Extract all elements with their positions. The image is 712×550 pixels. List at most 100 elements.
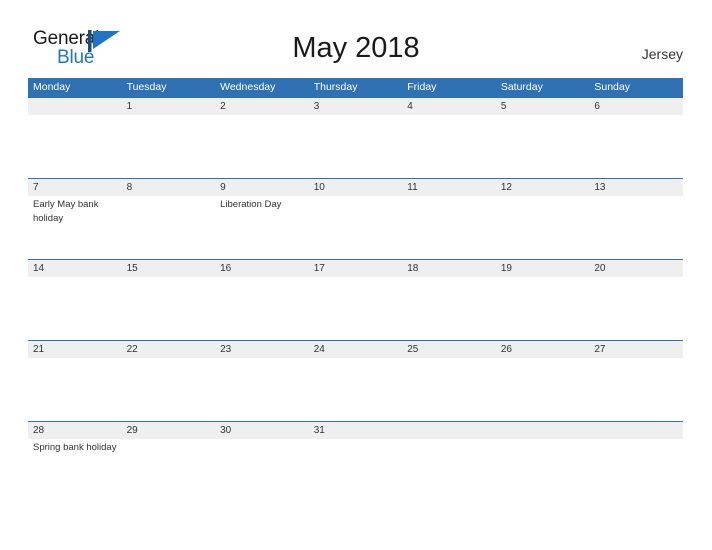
day-number: 16 — [220, 263, 232, 274]
day-cell-empty — [28, 98, 122, 178]
weekday-header-wednesday: Wednesday — [220, 81, 276, 93]
weekday-header-row: Monday Tuesday Wednesday Thursday Friday Satu… — [28, 78, 683, 97]
day-number: 6 — [594, 101, 600, 112]
day-cell-19[interactable]: 19 — [496, 260, 590, 340]
day-number: 4 — [407, 101, 413, 112]
day-number: 7 — [33, 182, 39, 193]
weekday-header-monday: Monday — [33, 81, 71, 93]
day-number — [594, 422, 679, 439]
day-cell-empty — [402, 422, 496, 502]
day-cell-empty — [496, 422, 590, 502]
day-cell-29[interactable]: 29 — [122, 422, 216, 502]
day-cell-8[interactable]: 8 — [122, 179, 216, 259]
day-number — [33, 98, 118, 115]
day-cell-11[interactable]: 11 — [402, 179, 496, 259]
day-number: 17 — [313, 263, 325, 274]
day-number — [501, 422, 586, 439]
day-events: Liberation Day — [220, 198, 305, 212]
day-cell-27[interactable]: 27 — [589, 341, 683, 421]
day-cell-4[interactable]: 4 — [402, 98, 496, 178]
day-number: 18 — [407, 263, 419, 274]
page-title: May 2018 — [292, 32, 420, 64]
day-cell-empty — [589, 422, 683, 502]
holiday-event-label: Early May bank holiday — [33, 199, 99, 224]
calendar-page: General Blue May 2018 Jersey Monday Tuesd… — [0, 0, 712, 550]
calendar-week-row: 14 15 16 17 18 19 20 — [28, 259, 683, 340]
week-day-cells: 28 Spring bank holiday 29 30 31 — [28, 422, 683, 502]
day-number: 19 — [500, 263, 512, 274]
day-number: 26 — [500, 344, 512, 355]
day-number: 10 — [313, 182, 325, 193]
day-cell-16[interactable]: 16 — [215, 260, 309, 340]
day-number: 25 — [407, 344, 419, 355]
day-number: 13 — [594, 182, 606, 193]
day-number: 12 — [500, 182, 512, 193]
day-cell-22[interactable]: 22 — [122, 341, 216, 421]
day-number: 31 — [313, 425, 325, 436]
day-cell-13[interactable]: 13 — [589, 179, 683, 259]
calendar-week-row: 21 22 23 24 25 26 27 — [28, 340, 683, 421]
day-cell-31[interactable]: 31 — [309, 422, 403, 502]
weekday-header-saturday: Saturday — [500, 81, 543, 93]
day-cell-14[interactable]: 14 — [28, 260, 122, 340]
day-number: 20 — [594, 263, 606, 274]
day-number: 8 — [126, 182, 133, 193]
day-number: 2 — [220, 101, 226, 112]
day-number: 23 — [220, 344, 232, 355]
day-cell-26[interactable]: 26 — [496, 341, 590, 421]
day-cell-21[interactable]: 21 — [28, 341, 122, 421]
day-number: 28 — [33, 425, 45, 436]
day-number: 5 — [500, 101, 507, 112]
calendar-weeks: 1 2 3 4 5 6 7 Early May bank holiday 8 9 Liberatio… — [28, 97, 683, 502]
day-events: Spring bank holiday — [33, 441, 118, 455]
day-number: 14 — [33, 263, 45, 274]
day-cell-23[interactable]: 23 — [215, 341, 309, 421]
week-day-cells: 7 Early May bank holiday 8 9 Liberation Day 1… — [28, 179, 683, 259]
weekday-header-friday: Friday — [407, 81, 437, 93]
day-cell-28[interactable]: 28 Spring bank holiday — [28, 422, 122, 502]
week-day-cells: 14 15 16 17 18 19 20 — [28, 260, 683, 340]
day-cell-24[interactable]: 24 — [309, 341, 403, 421]
day-number: 22 — [126, 344, 138, 355]
holiday-event-label: Liberation Day — [220, 199, 282, 210]
day-cell-17[interactable]: 17 — [309, 260, 403, 340]
day-cell-15[interactable]: 15 — [122, 260, 216, 340]
calendar-week-row: 28 Spring bank holiday 29 30 31 — [28, 421, 683, 502]
holiday-event-label: Spring bank holiday — [33, 442, 117, 453]
calendar-week-row: 1 2 3 4 5 6 — [28, 97, 683, 178]
day-number: 21 — [33, 344, 45, 355]
day-cell-12[interactable]: 12 — [496, 179, 590, 259]
day-cell-2[interactable]: 2 — [215, 98, 309, 178]
calendar-grid: Monday Tuesday Wednesday Thursday Friday Satu… — [28, 78, 683, 502]
weekday-header-sunday: Sunday — [594, 81, 630, 93]
day-number: 9 — [220, 182, 226, 193]
day-cell-30[interactable]: 30 — [215, 422, 309, 502]
day-number: 11 — [407, 182, 418, 193]
day-number: 1 — [126, 101, 133, 112]
day-events: Early May bank holiday — [33, 198, 118, 225]
day-number: 24 — [313, 344, 325, 355]
day-cell-1[interactable]: 1 — [122, 98, 216, 178]
day-number: 3 — [313, 101, 320, 112]
calendar-week-row: 7 Early May bank holiday 8 9 Liberation Day 1… — [28, 178, 683, 259]
country-label: Jersey — [641, 46, 683, 62]
day-number: 30 — [220, 425, 232, 436]
day-cell-3[interactable]: 3 — [309, 98, 403, 178]
day-number: 29 — [126, 425, 138, 436]
weekday-header-tuesday: Tuesday — [126, 81, 167, 93]
day-number: 27 — [594, 344, 606, 355]
weekday-header-thursday: Thursday — [313, 81, 358, 93]
page-header: General Blue May 2018 Jersey — [0, 0, 712, 76]
week-day-cells: 1 2 3 4 5 6 — [28, 98, 683, 178]
day-cell-7[interactable]: 7 Early May bank holiday — [28, 179, 122, 259]
day-cell-25[interactable]: 25 — [402, 341, 496, 421]
day-cell-20[interactable]: 20 — [589, 260, 683, 340]
day-number: 15 — [126, 263, 138, 274]
day-cell-9[interactable]: 9 Liberation Day — [215, 179, 309, 259]
day-cell-5[interactable]: 5 — [496, 98, 590, 178]
day-cell-18[interactable]: 18 — [402, 260, 496, 340]
week-day-cells: 21 22 23 24 25 26 27 — [28, 341, 683, 421]
day-cell-10[interactable]: 10 — [309, 179, 403, 259]
day-cell-6[interactable]: 6 — [589, 98, 683, 178]
day-number — [407, 422, 492, 439]
